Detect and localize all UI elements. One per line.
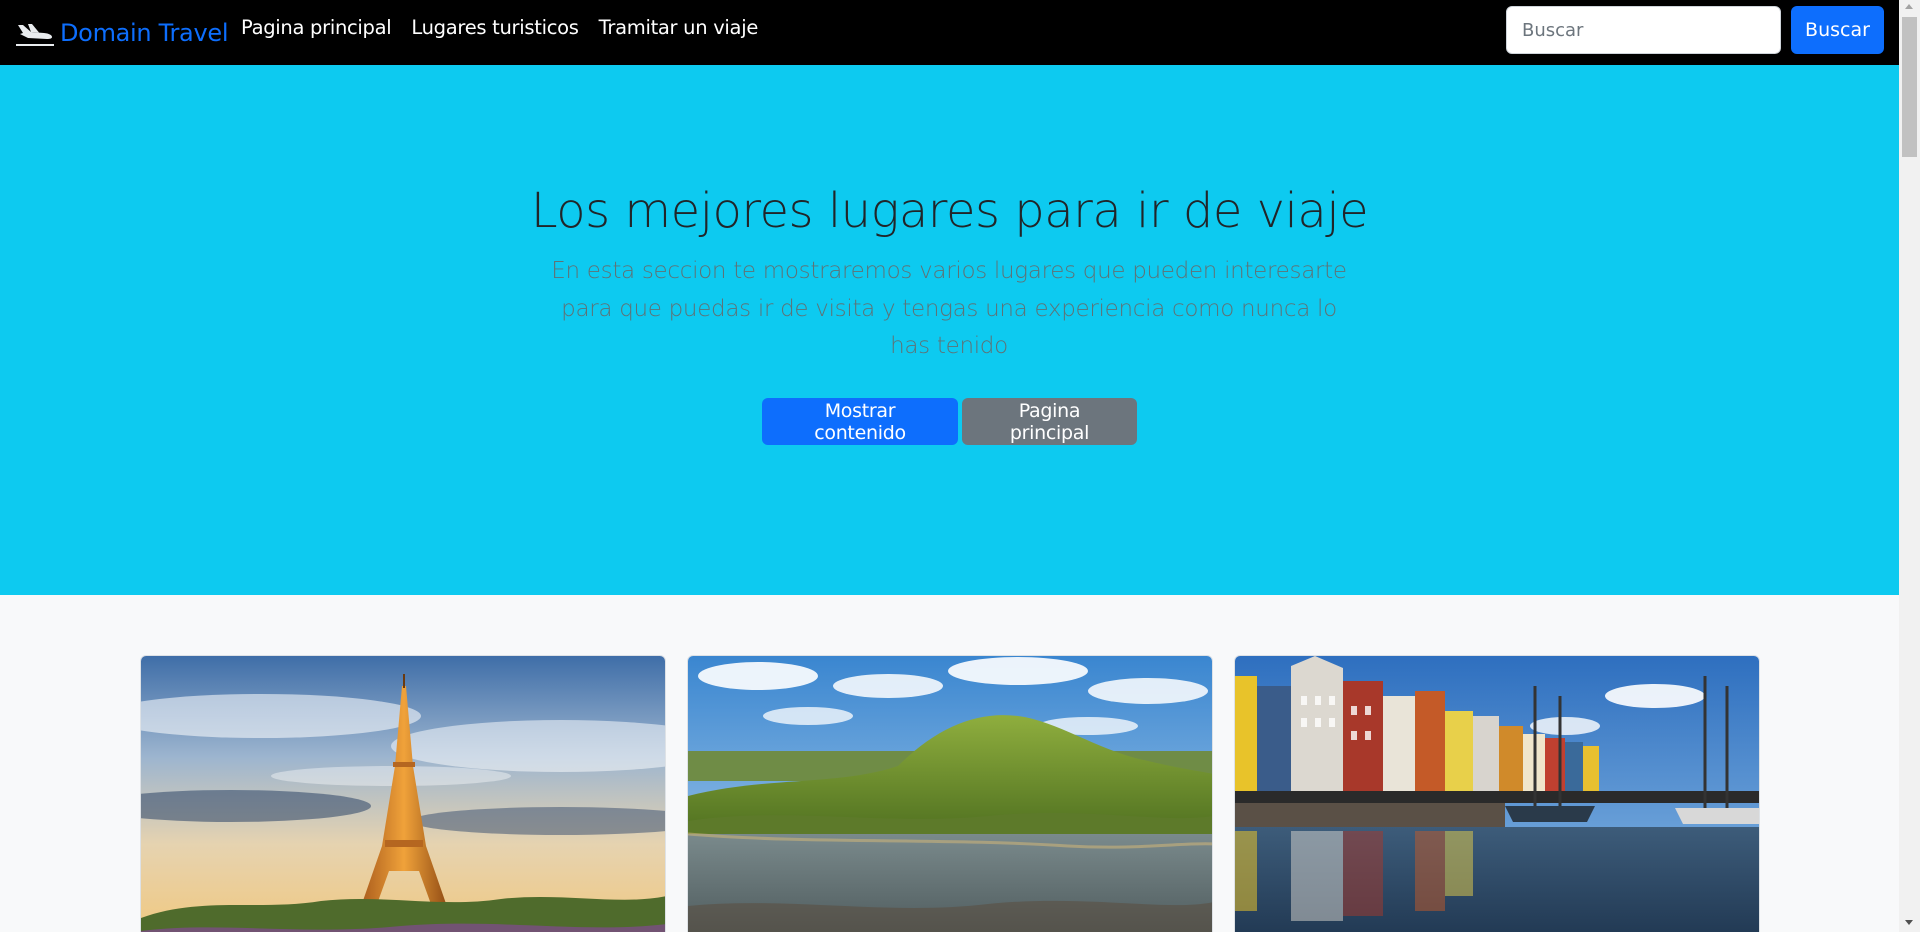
green-hill-lake-image <box>688 656 1212 932</box>
hero-section: Los mejores lugares para ir de viaje En … <box>0 65 1899 595</box>
scroll-up-arrow-icon[interactable] <box>1905 4 1913 9</box>
card-paris <box>140 655 666 932</box>
scroll-down-arrow-icon[interactable] <box>1905 920 1913 925</box>
nav-link-book-trip[interactable]: Tramitar un viaje <box>599 16 759 39</box>
nav-links: Pagina principal Lugares turisticos Tram… <box>241 16 778 39</box>
card-copenhagen <box>1234 655 1760 932</box>
nyhavn-harbor-image <box>1235 656 1759 932</box>
eiffel-tower-image <box>141 656 665 932</box>
brand-link[interactable]: Domain Travel <box>14 13 229 53</box>
page-scrollbar[interactable] <box>1899 0 1920 932</box>
search-button[interactable]: Buscar <box>1791 6 1884 54</box>
nav-link-places[interactable]: Lugares turisticos <box>411 16 579 39</box>
hero-title: Los mejores lugares para ir de viaje <box>530 183 1369 239</box>
scroll-thumb[interactable] <box>1902 17 1917 157</box>
nav-link-home[interactable]: Pagina principal <box>241 16 392 39</box>
hero-buttons: Mostrar contenido Pagina principal <box>0 398 1899 445</box>
home-page-button[interactable]: Pagina principal <box>962 398 1137 445</box>
airplane-landing-icon <box>16 24 54 46</box>
brand-name: Domain Travel <box>60 19 229 47</box>
card-hills <box>687 655 1213 932</box>
search-input[interactable] <box>1506 6 1781 54</box>
show-content-button[interactable]: Mostrar contenido <box>762 398 958 445</box>
hero-lead: En esta seccion te mostraremos varios lu… <box>551 258 1347 359</box>
top-navbar: Domain Travel Pagina principal Lugares t… <box>0 0 1899 65</box>
